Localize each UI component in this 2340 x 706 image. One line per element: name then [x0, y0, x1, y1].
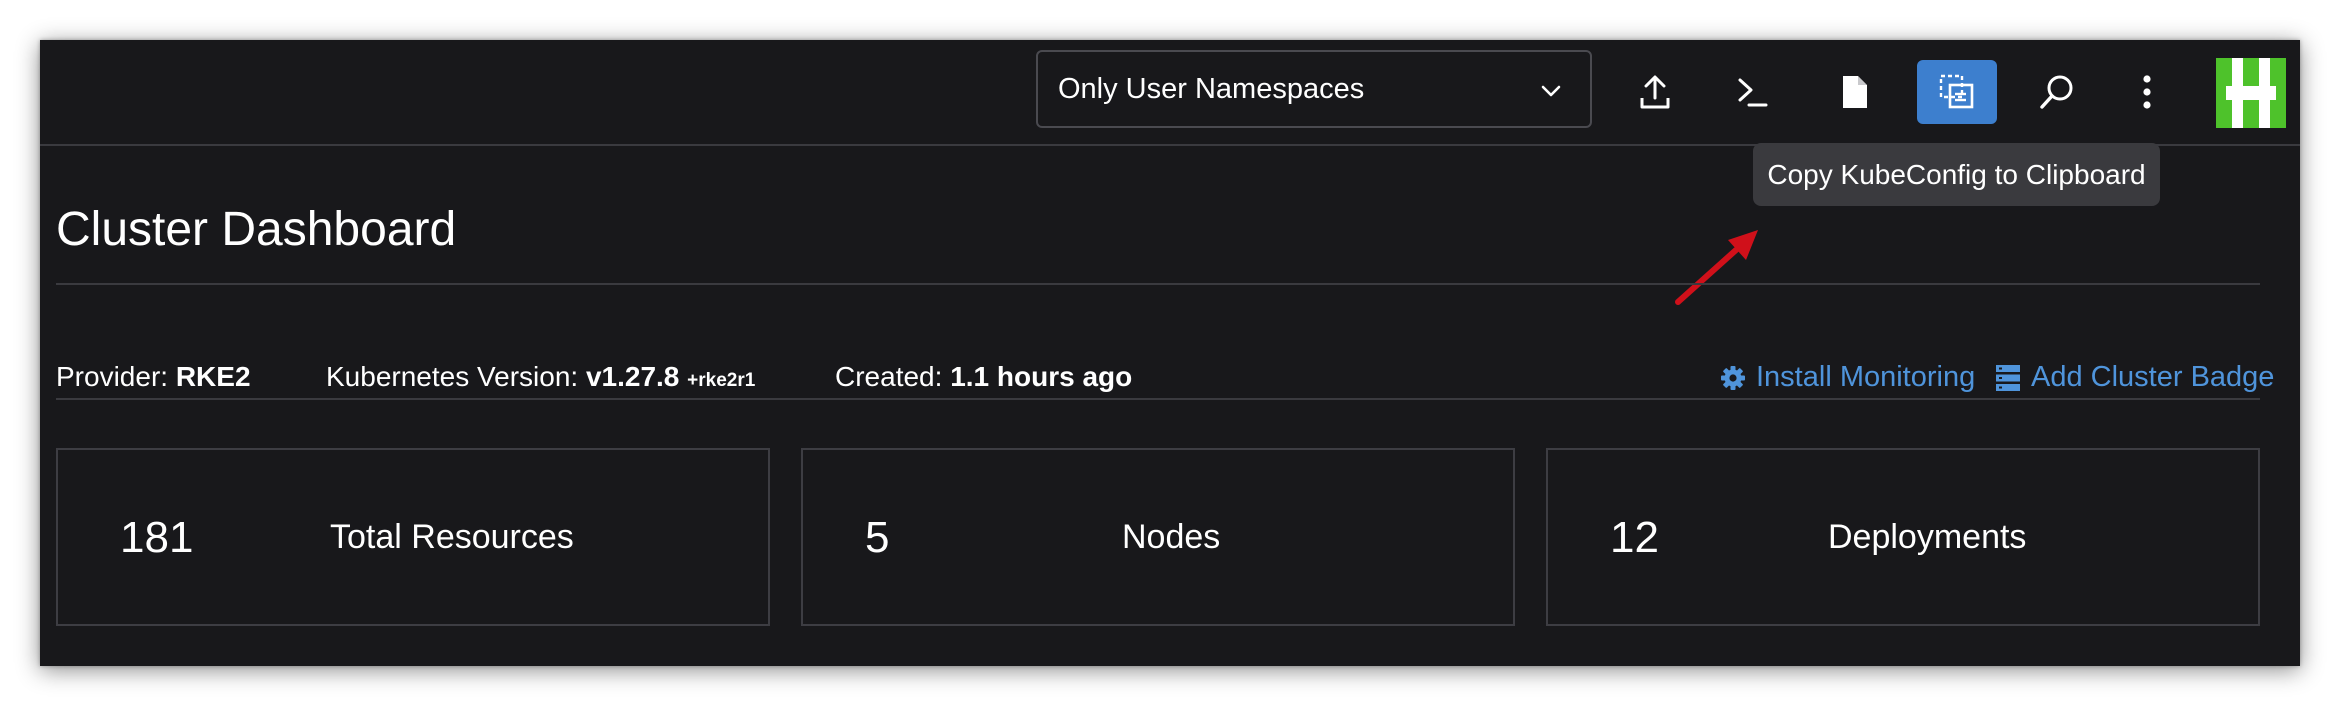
search-button[interactable] — [2017, 60, 2097, 124]
file-icon — [1843, 76, 1867, 108]
provider-value: RKE2 — [175, 361, 251, 392]
kubernetes-version-info: Kubernetes Version: v1.27.8 +rke2r1 — [326, 363, 755, 391]
user-avatar[interactable] — [2216, 58, 2286, 128]
kubectl-shell-button[interactable] — [1713, 60, 1793, 124]
tooltip-text: Copy KubeConfig to Clipboard — [1767, 158, 2146, 190]
meta-divider — [56, 398, 2260, 400]
copy-kubeconfig-button[interactable] — [1917, 60, 1997, 124]
terminal-icon — [1738, 78, 1768, 107]
namespace-filter-select[interactable]: Only User Namespaces — [1036, 50, 1592, 128]
namespace-filter-value: Only User Namespaces — [1058, 72, 1365, 105]
total-resources-card[interactable]: 181 Total Resources — [56, 448, 770, 626]
copy-kubeconfig-icon — [1939, 74, 1974, 109]
page-title: Cluster Dashboard — [56, 203, 457, 256]
title-divider — [56, 283, 2260, 285]
more-vertical-icon — [2143, 75, 2151, 109]
k8s-version-value: v1.27.8 — [585, 361, 680, 392]
card-label: Total Resources — [330, 518, 574, 556]
install-monitoring-label: Install Monitoring — [1756, 361, 1976, 393]
nodes-card[interactable]: 5 Nodes — [801, 448, 1515, 626]
upload-icon — [1640, 75, 1670, 109]
copy-kubeconfig-tooltip: Copy KubeConfig to Clipboard — [1753, 143, 2160, 206]
k8s-version-suffix: +rke2r1 — [687, 370, 756, 391]
created-label: Created: — [835, 361, 943, 392]
download-kubeconfig-button[interactable] — [1815, 60, 1895, 124]
provider-label: Provider: — [56, 361, 169, 392]
created-info: Created: 1.1 hours ago — [835, 363, 1132, 391]
gear-icon — [1721, 365, 1745, 390]
import-yaml-button[interactable] — [1615, 60, 1695, 124]
server-icon — [1996, 364, 2020, 391]
created-value: 1.1 hours ago — [950, 361, 1133, 392]
install-monitoring-link[interactable]: Install Monitoring — [1720, 361, 1975, 394]
provider-info: Provider: RKE2 — [56, 363, 251, 391]
more-actions-button[interactable] — [2107, 60, 2187, 124]
chevron-down-icon — [1541, 85, 1561, 97]
k8s-version-label: Kubernetes Version: — [326, 361, 579, 392]
card-label: Nodes — [1122, 518, 1221, 556]
top-header-bar: Only User Namespaces — [40, 40, 2300, 146]
deployments-card[interactable]: 12 Deployments — [1546, 448, 2260, 626]
annotation-arrow-icon — [1675, 230, 1758, 305]
app-window: Only User Namespaces Copy KubeConfig to … — [40, 40, 2300, 666]
search-icon — [2040, 75, 2073, 109]
card-count: 5 — [865, 513, 890, 562]
card-label: Deployments — [1828, 518, 2027, 556]
card-count: 181 — [120, 513, 194, 562]
add-cluster-badge-label: Add Cluster Badge — [2031, 361, 2275, 393]
add-cluster-badge-link[interactable]: Add Cluster Badge — [1995, 361, 2274, 394]
card-count: 12 — [1610, 513, 1659, 562]
avatar-identicon — [2216, 58, 2286, 128]
